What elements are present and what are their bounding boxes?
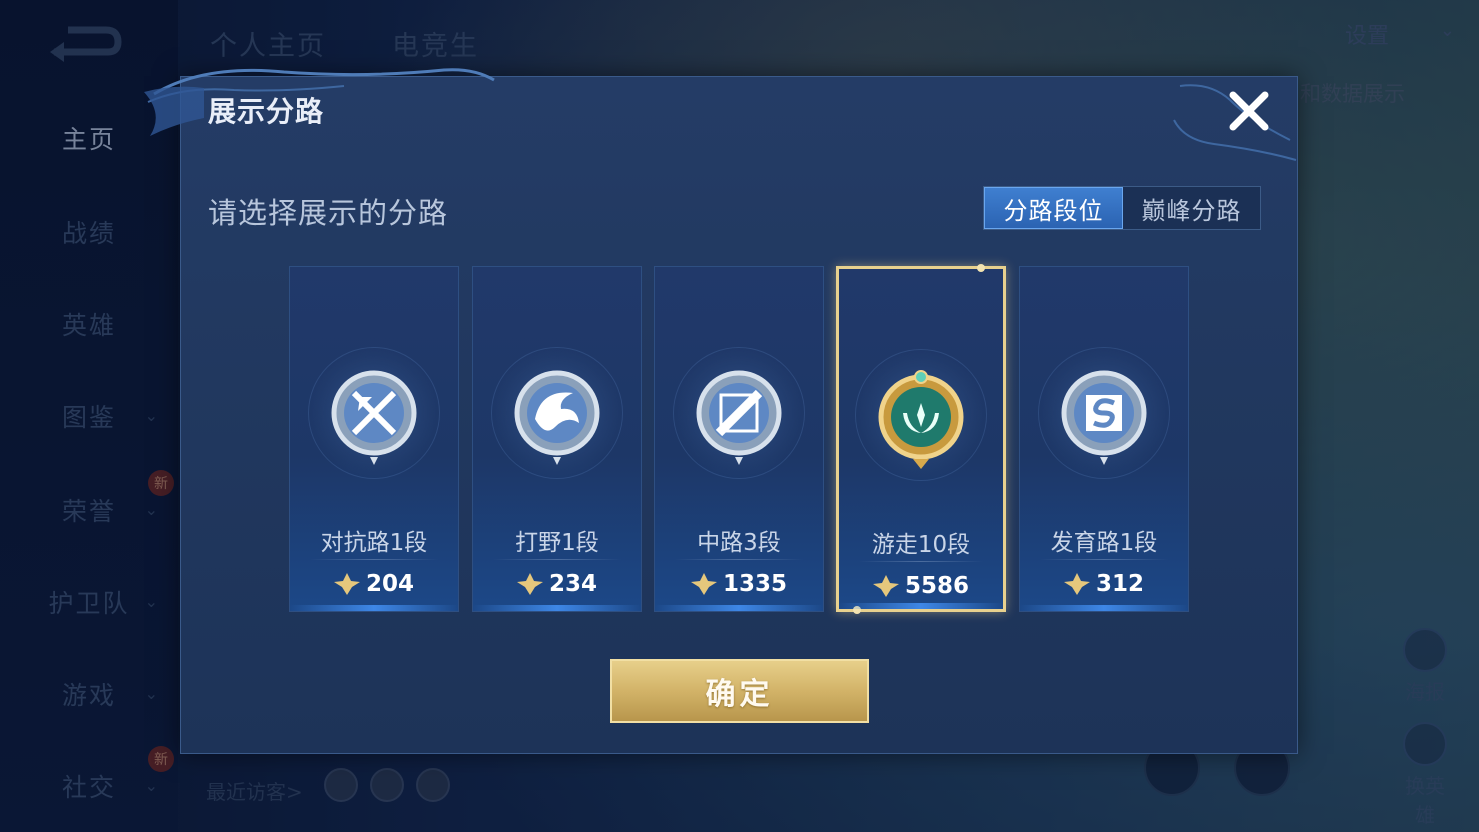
lane-score-value: 234 xyxy=(548,571,597,597)
divider xyxy=(675,559,803,560)
selected-corner-dot xyxy=(977,264,985,272)
lane-mode-segmented-control: 分路段位 巅峰分路 xyxy=(983,186,1261,230)
lane-score-value: 1335 xyxy=(722,571,787,597)
lane-score-value: 204 xyxy=(365,571,414,597)
score-icon xyxy=(516,573,543,595)
confirm-button[interactable]: 确定 xyxy=(610,659,869,723)
mid-lane-icon xyxy=(696,370,782,465)
tab-peak-lane[interactable]: 巅峰分路 xyxy=(1123,187,1260,229)
lane-card-mid[interactable]: 中路3段 1335 xyxy=(654,266,824,612)
dialog-prompt: 请选择展示的分路 xyxy=(208,196,449,230)
lane-score: 204 xyxy=(290,571,458,597)
score-icon xyxy=(1063,573,1090,595)
divider xyxy=(310,559,438,560)
tab-lane-rank[interactable]: 分路段位 xyxy=(984,187,1123,229)
divider xyxy=(493,559,621,560)
lane-card-farm[interactable]: 发育路1段 312 xyxy=(1019,266,1189,612)
clash-lane-icon xyxy=(331,370,417,465)
lane-label: 打野1段 xyxy=(515,530,599,556)
lane-card-clash[interactable]: 对抗路1段 204 xyxy=(289,266,459,612)
farm-lane-icon xyxy=(1061,370,1147,465)
lane-label: 发育路1段 xyxy=(1050,530,1158,556)
divider xyxy=(859,561,983,562)
lane-score: 234 xyxy=(473,571,641,597)
lane-card-roam[interactable]: 游走10段 5586 xyxy=(836,264,1006,614)
dialog-title: 展示分路 xyxy=(208,95,325,128)
lane-card-jungle[interactable]: 打野1段 234 xyxy=(472,266,642,612)
jungle-icon xyxy=(514,370,600,465)
lane-label: 对抗路1段 xyxy=(320,530,428,556)
selected-corner-dot xyxy=(853,606,861,614)
lane-label: 中路3段 xyxy=(697,530,781,556)
lane-score: 312 xyxy=(1020,571,1188,597)
lane-score: 5586 xyxy=(839,573,1003,599)
lane-score-value: 5586 xyxy=(904,573,969,599)
close-icon xyxy=(1229,91,1269,131)
score-icon xyxy=(333,573,360,595)
lane-score: 1335 xyxy=(655,571,823,597)
score-icon xyxy=(872,575,899,597)
score-icon xyxy=(690,573,717,595)
roam-icon xyxy=(878,370,964,469)
lane-label: 游走10段 xyxy=(871,532,971,558)
close-button[interactable] xyxy=(1226,88,1272,134)
lane-score-value: 312 xyxy=(1095,571,1144,597)
divider xyxy=(1040,559,1168,560)
